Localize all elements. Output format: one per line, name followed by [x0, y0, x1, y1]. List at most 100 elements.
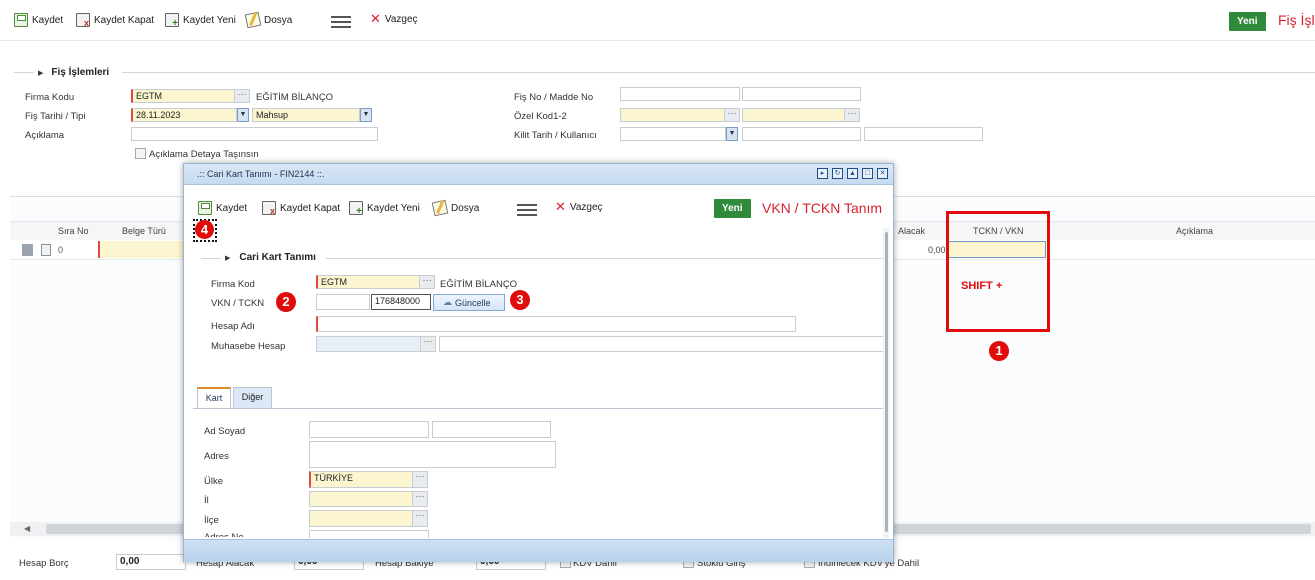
dlg-cancel-button[interactable]: ✕ Vazgeç [555, 199, 603, 214]
col-alacak[interactable]: Alacak [898, 226, 925, 236]
bg-file-button[interactable]: Dosya [244, 11, 292, 29]
col-belge-turu[interactable]: Belge Türü [122, 226, 166, 236]
pin-icon[interactable]: ▸ [817, 168, 828, 179]
tab-diger[interactable]: Diğer [233, 387, 272, 408]
muhasebe-label: Muhasebe Hesap [211, 341, 286, 352]
row-alacak-value: 0,00 [928, 245, 946, 255]
dlg-page-title: VKN / TCKN Tanım [762, 200, 883, 216]
bg-save-button[interactable]: Kaydet [14, 13, 63, 27]
hesap-adi-input[interactable] [316, 316, 796, 332]
aciklama-detay-checkbox[interactable] [135, 148, 146, 159]
save-icon [14, 13, 28, 27]
muhasebe-name-input[interactable] [439, 336, 889, 352]
menu-icon[interactable] [331, 16, 351, 28]
ozel-kod2-lookup-button[interactable]: ··· [844, 108, 860, 122]
document-icon [244, 11, 262, 29]
dlg-new-button[interactable]: Yeni [714, 199, 751, 218]
tab-kart[interactable]: Kart [197, 387, 231, 408]
dlg-save-button[interactable]: Kaydet [198, 201, 247, 215]
section-line-right [326, 258, 889, 259]
date-dropdown-icon[interactable]: ▼ [237, 108, 249, 122]
kilit-extra-input[interactable] [864, 127, 983, 141]
firma-kodu-input[interactable]: EGTM [131, 89, 235, 103]
kilit-user-input[interactable] [742, 127, 861, 141]
vkn-input[interactable]: 176848000 [371, 294, 431, 310]
cloud-icon: ☁ [443, 297, 452, 307]
menu-icon[interactable] [517, 204, 537, 216]
bg-save-close-button[interactable]: Kaydet Kapat [76, 13, 154, 28]
il-label: İl [204, 495, 209, 506]
save-close-icon [76, 13, 90, 28]
ulke-label: Ülke [204, 476, 224, 487]
il-input[interactable] [309, 491, 413, 507]
shift-text: SHIFT + [961, 280, 1003, 292]
ulke-lookup-button[interactable]: ··· [412, 471, 428, 488]
ozel-kod1-input[interactable] [620, 108, 726, 122]
step-badge-3: 3 [510, 290, 530, 310]
dlg-file-button[interactable]: Dosya [431, 199, 479, 217]
dlg-cancel-label: Vazgeç [569, 201, 603, 213]
bg-save-new-label: Kaydet Yeni [183, 14, 236, 26]
ozel-kod1-lookup-button[interactable]: ··· [724, 108, 740, 122]
muhasebe-lookup-button[interactable]: ··· [420, 336, 436, 352]
dlg-save-label: Kaydet [216, 202, 248, 214]
bg-save-new-button[interactable]: Kaydet Yeni [165, 13, 236, 29]
dlg-section-header[interactable]: ▶ Cari Kart Tanımı [225, 252, 316, 263]
fis-no-label: Fiş No / Madde No [514, 92, 594, 103]
hesap-adi-label: Hesap Adı [211, 321, 255, 332]
kilit-tarih-input[interactable] [620, 127, 726, 141]
firma-kod-lookup-button[interactable]: ··· [419, 275, 435, 289]
muhasebe-input[interactable] [316, 336, 422, 352]
refresh-icon[interactable]: ↻ [832, 168, 843, 179]
hesap-borc-label: Hesap Borç [19, 558, 69, 569]
collapse-icon[interactable]: ▲ [847, 168, 858, 179]
section-line-right [122, 72, 1315, 73]
firma-name-text: EĞİTİM BİLANÇO [256, 92, 334, 103]
fis-tarihi-input[interactable]: 28.11.2023 [131, 108, 237, 122]
firma-kod-input[interactable]: EGTM [316, 275, 420, 289]
close-icon: ✕ [555, 199, 566, 214]
vkn-prefix-input[interactable] [316, 294, 370, 310]
close-icon: ✕ [370, 11, 381, 26]
fis-tipi-dropdown-icon[interactable]: ▼ [360, 108, 372, 122]
row-sira-no: 0 [58, 245, 64, 255]
trash-icon[interactable] [22, 244, 33, 256]
fis-tipi-select[interactable]: Mahsup [252, 108, 360, 122]
update-button[interactable]: ☁ Güncelle [433, 294, 505, 311]
col-sira-no[interactable]: Sıra No [58, 226, 89, 236]
hesap-borc-value: 0,00 [116, 554, 186, 570]
kilit-dropdown-icon[interactable]: ▼ [726, 127, 738, 141]
dlg-save-close-button[interactable]: Kaydet Kapat [262, 201, 340, 216]
ilce-lookup-button[interactable]: ··· [412, 510, 428, 527]
firma-kodu-lookup-button[interactable]: ··· [234, 89, 250, 103]
madde-no-input[interactable] [742, 87, 861, 101]
ulke-input[interactable]: TÜRKİYE [309, 471, 413, 488]
il-lookup-button[interactable]: ··· [412, 491, 428, 507]
maximize-icon[interactable]: □ [862, 168, 873, 179]
tab-strip-line [193, 408, 889, 409]
step-badge-2: 2 [276, 292, 296, 312]
highlight-box [946, 211, 1050, 332]
bg-section-header[interactable]: ▶ Fiş İşlemleri [38, 67, 109, 78]
close-icon[interactable]: ✕ [877, 168, 888, 179]
adres-textarea[interactable] [309, 441, 556, 468]
dlg-save-new-button[interactable]: Kaydet Yeni [349, 201, 420, 217]
aciklama-label: Açıklama [25, 130, 65, 141]
truncated-input[interactable] [309, 530, 429, 538]
ad-input[interactable] [309, 421, 429, 438]
scroll-left-icon[interactable]: ◀ [24, 524, 30, 533]
fis-no-input[interactable] [620, 87, 740, 101]
toolbar-divider [0, 40, 1315, 41]
bg-cancel-button[interactable]: ✕ Vazgeç [370, 11, 418, 26]
bg-new-button[interactable]: Yeni [1229, 12, 1266, 31]
soyad-input[interactable] [432, 421, 551, 438]
bg-cancel-label: Vazgeç [384, 13, 418, 25]
scrollbar-thumb[interactable] [885, 232, 888, 532]
ilce-input[interactable] [309, 510, 413, 527]
document-icon[interactable] [41, 244, 51, 256]
ad-soyad-label: Ad Soyad [204, 426, 246, 437]
section-line-left [201, 258, 221, 259]
col-aciklama[interactable]: Açıklama [1176, 226, 1213, 236]
aciklama-input[interactable] [131, 127, 378, 141]
ozel-kod2-input[interactable] [742, 108, 846, 122]
